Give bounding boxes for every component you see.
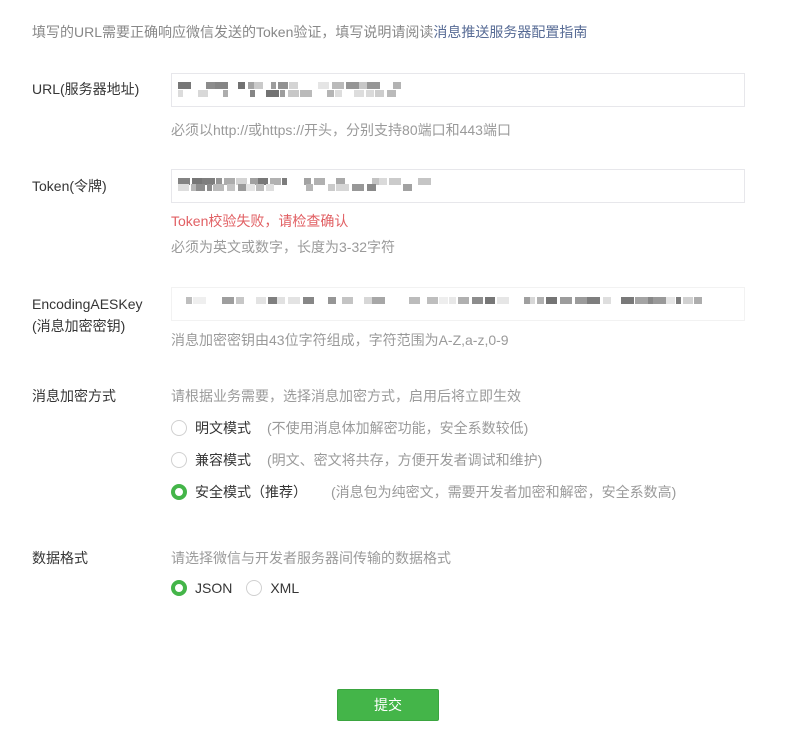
token-tip: 必须为英文或数字，长度为3-32字符 bbox=[171, 239, 396, 255]
encryption-option-secure[interactable]: 安全模式（推荐） (消息包为纯密文，需要开发者加密和解密，安全系数高) bbox=[171, 482, 676, 502]
format-tip: 请选择微信与开发者服务器间传输的数据格式 bbox=[171, 550, 451, 566]
aes-label: EncodingAESKey (消息加密密钥) bbox=[32, 293, 143, 337]
compatible-mode-radio[interactable] bbox=[171, 452, 187, 468]
token-field[interactable] bbox=[171, 169, 745, 203]
aes-label-line2: (消息加密密钥) bbox=[32, 318, 126, 334]
secure-mode-label[interactable]: 安全模式（推荐） bbox=[195, 482, 307, 502]
xml-radio[interactable] bbox=[246, 580, 263, 596]
aes-tip: 消息加密密钥由43位字符组成，字符范围为A-Z,a-z,0-9 bbox=[171, 332, 509, 348]
compatible-mode-desc: (明文、密文将共存，方便开发者调试和维护) bbox=[267, 452, 543, 468]
submit-button[interactable]: 提交 bbox=[337, 689, 439, 721]
encryption-option-compatible[interactable]: 兼容模式 (明文、密文将共存，方便开发者调试和维护) bbox=[171, 450, 542, 470]
plain-mode-label[interactable]: 明文模式 bbox=[195, 418, 251, 438]
json-radio[interactable] bbox=[171, 580, 187, 596]
secure-mode-desc: (消息包为纯密文，需要开发者加密和解密，安全系数高) bbox=[331, 484, 677, 500]
format-label: 数据格式 bbox=[32, 550, 88, 566]
token-label: Token(令牌) bbox=[32, 178, 107, 194]
encryption-label: 消息加密方式 bbox=[32, 388, 116, 404]
format-options: JSON XML bbox=[171, 580, 299, 596]
secure-mode-radio[interactable] bbox=[171, 484, 187, 500]
token-error: Token校验失败，请检查确认 bbox=[171, 213, 349, 229]
url-field[interactable] bbox=[171, 73, 745, 107]
plain-mode-desc: (不使用消息体加解密功能，安全系数较低) bbox=[267, 420, 529, 436]
compatible-mode-label[interactable]: 兼容模式 bbox=[195, 450, 251, 470]
aes-key-input[interactable] bbox=[172, 288, 744, 320]
aes-label-line1: EncodingAESKey bbox=[32, 296, 143, 312]
aes-key-field[interactable] bbox=[171, 287, 745, 321]
intro-description: 填写的URL需要正确响应微信发送的Token验证，填写说明请阅读 bbox=[32, 24, 434, 40]
xml-label[interactable]: XML bbox=[270, 580, 299, 596]
url-tip: 必须以http://或https://开头，分别支持80端口和443端口 bbox=[171, 122, 511, 138]
token-input[interactable] bbox=[172, 170, 744, 202]
json-label[interactable]: JSON bbox=[195, 580, 232, 596]
config-guide-link[interactable]: 消息推送服务器配置指南 bbox=[433, 24, 587, 40]
encryption-tip: 请根据业务需要，选择消息加密方式，启用后将立即生效 bbox=[171, 388, 521, 404]
intro-text: 填写的URL需要正确响应微信发送的Token验证，填写说明请阅读消息推送服务器配… bbox=[32, 22, 587, 42]
url-input[interactable] bbox=[172, 74, 744, 106]
encryption-option-plain[interactable]: 明文模式 (不使用消息体加解密功能，安全系数较低) bbox=[171, 418, 528, 438]
url-label: URL(服务器地址) bbox=[32, 81, 140, 97]
plain-mode-radio[interactable] bbox=[171, 420, 187, 436]
